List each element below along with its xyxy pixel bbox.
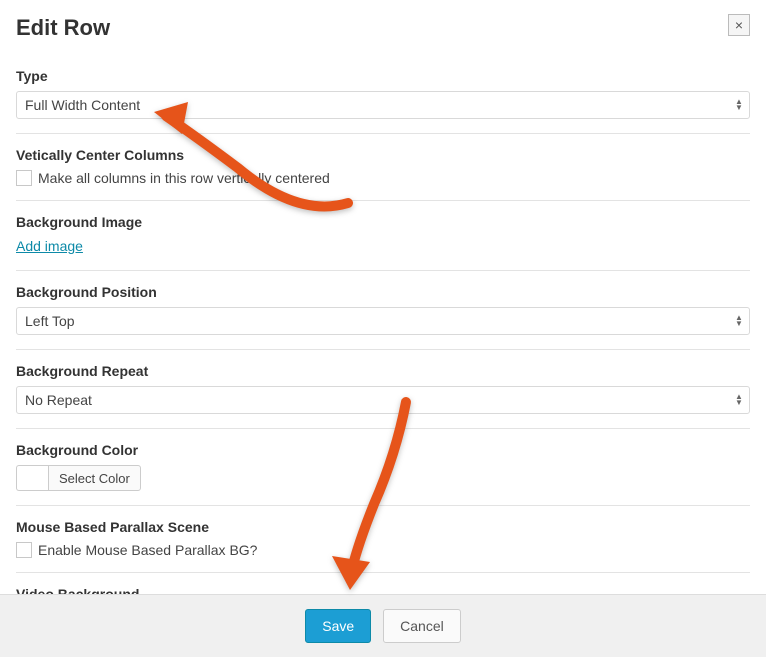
bg-position-value: Left Top (25, 313, 75, 329)
color-swatch[interactable] (16, 465, 48, 491)
bg-repeat-value: No Repeat (25, 392, 92, 408)
bg-position-label: Background Position (16, 284, 750, 300)
field-bg-repeat: Background Repeat No Repeat ▲▼ (16, 350, 750, 429)
save-button[interactable]: Save (305, 609, 371, 643)
bg-repeat-label: Background Repeat (16, 363, 750, 379)
parallax-label: Mouse Based Parallax Scene (16, 519, 750, 535)
chevron-updown-icon: ▲▼ (735, 394, 743, 406)
close-button[interactable]: × (728, 14, 750, 36)
type-select-value: Full Width Content (25, 97, 140, 113)
type-label: Type (16, 68, 750, 84)
type-select[interactable]: Full Width Content ▲▼ (16, 91, 750, 119)
add-image-link[interactable]: Add image (16, 238, 83, 254)
field-vertically-center: Vetically Center Columns Make all column… (16, 134, 750, 201)
parallax-checkbox-label: Enable Mouse Based Parallax BG? (38, 542, 257, 558)
vcc-checkbox[interactable] (16, 170, 32, 186)
vcc-label: Vetically Center Columns (16, 147, 750, 163)
bg-color-label: Background Color (16, 442, 750, 458)
vcc-checkbox-label: Make all columns in this row vertically … (38, 170, 330, 186)
select-color-button[interactable]: Select Color (48, 465, 141, 491)
bg-repeat-select[interactable]: No Repeat ▲▼ (16, 386, 750, 414)
field-video-bg: Video Background (16, 573, 750, 594)
chevron-updown-icon: ▲▼ (735, 315, 743, 327)
dialog-header: Edit Row × (0, 0, 766, 55)
bg-position-select[interactable]: Left Top ▲▼ (16, 307, 750, 335)
cancel-button[interactable]: Cancel (383, 609, 461, 643)
edit-row-dialog: Edit Row × Type Full Width Content ▲▼ Ve… (0, 0, 766, 657)
dialog-title: Edit Row (16, 15, 750, 41)
chevron-updown-icon: ▲▼ (735, 99, 743, 111)
field-type: Type Full Width Content ▲▼ (16, 55, 750, 134)
bg-image-label: Background Image (16, 214, 750, 230)
dialog-body: Type Full Width Content ▲▼ Vetically Cen… (0, 55, 766, 594)
video-bg-label: Video Background (16, 586, 139, 594)
field-bg-position: Background Position Left Top ▲▼ (16, 271, 750, 350)
dialog-footer: Save Cancel (0, 594, 766, 657)
field-bg-color: Background Color Select Color (16, 429, 750, 506)
field-bg-image: Background Image Add image (16, 201, 750, 271)
field-parallax: Mouse Based Parallax Scene Enable Mouse … (16, 506, 750, 573)
parallax-checkbox[interactable] (16, 542, 32, 558)
